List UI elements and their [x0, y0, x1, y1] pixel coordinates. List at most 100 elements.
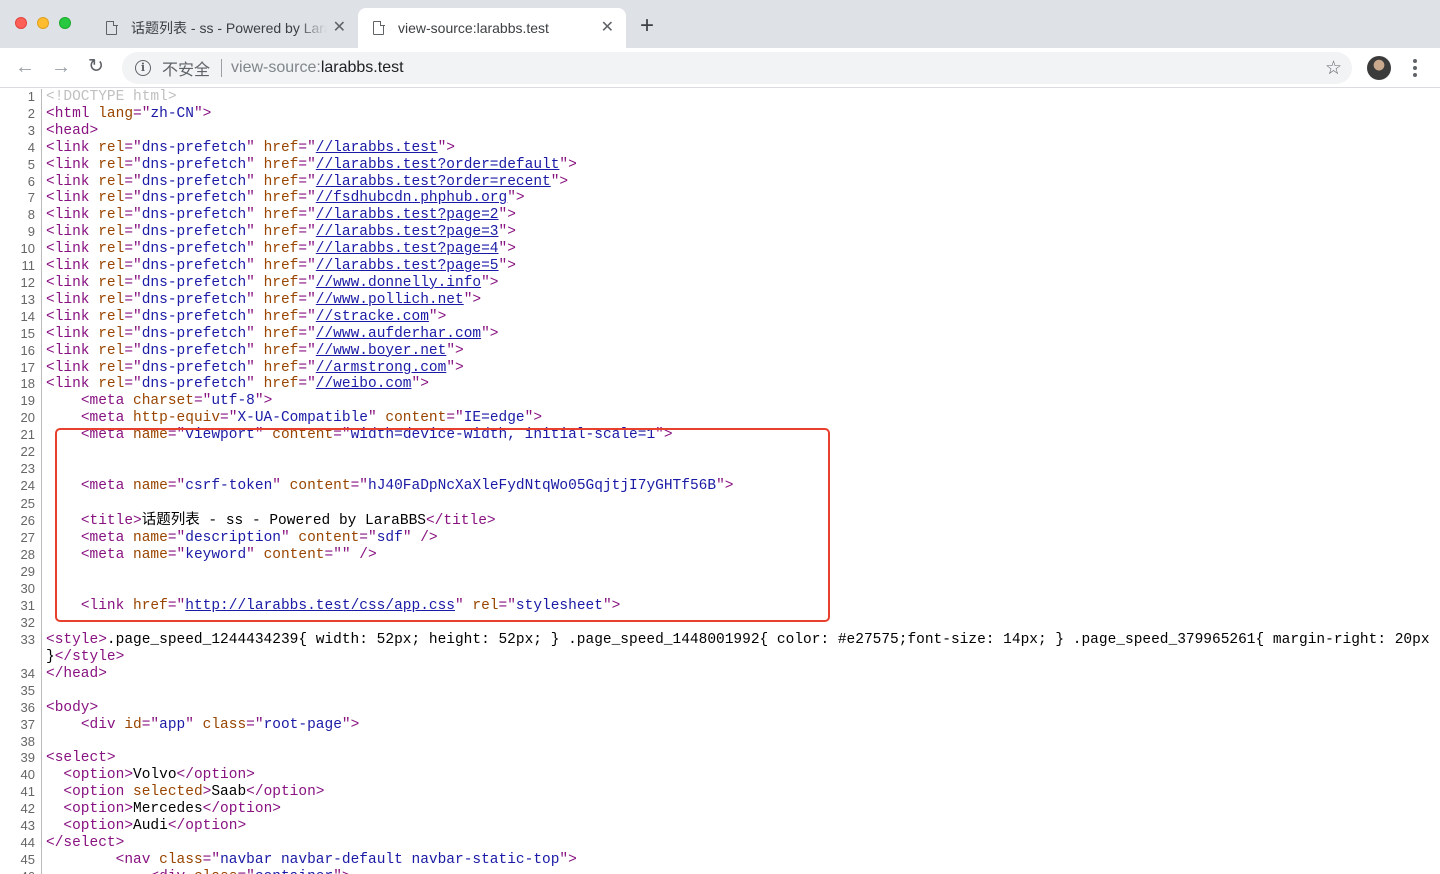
- line-code: </head>: [42, 666, 1434, 683]
- bookmark-star-icon[interactable]: ☆: [1325, 57, 1342, 80]
- code-token: =": [446, 410, 464, 427]
- code-token: <link: [46, 156, 99, 173]
- code-token: href: [263, 156, 299, 173]
- code-token: dns-prefetch: [141, 325, 247, 342]
- source-link[interactable]: //armstrong.com: [316, 360, 447, 376]
- code-token: rel: [98, 274, 125, 291]
- line-number: 31: [0, 598, 42, 616]
- window-zoom-button[interactable]: [59, 17, 71, 29]
- code-token: <head>: [46, 122, 99, 139]
- source-link[interactable]: //stracke.com: [316, 309, 429, 325]
- source-link[interactable]: //fsdhubcdn.phphub.org: [316, 190, 507, 206]
- code-token: <style>: [46, 632, 107, 649]
- tab-topic-list[interactable]: 话题列表 - ss - Powered by LaraBBS ✕: [88, 8, 358, 48]
- source-link[interactable]: //www.pollich.net: [316, 292, 464, 308]
- code-token: <link: [46, 376, 99, 393]
- page-icon: [373, 20, 385, 35]
- reload-icon[interactable]: ↻: [88, 56, 104, 78]
- source-link[interactable]: //larabbs.test?order=recent: [316, 174, 551, 190]
- source-link[interactable]: //www.boyer.net: [316, 343, 447, 359]
- code-token: ">: [498, 207, 516, 224]
- source-link[interactable]: //larabbs.test?page=2: [316, 207, 499, 223]
- line-code: <div class="container">: [42, 869, 1434, 874]
- source-link[interactable]: //www.donnelly.info: [316, 275, 481, 291]
- line-code: <option>Audi</option>: [42, 818, 1434, 835]
- line-number: 24: [0, 478, 42, 496]
- security-label[interactable]: 不安全: [162, 56, 210, 80]
- code-token: <nav: [115, 851, 160, 868]
- code-token: </option>: [246, 784, 325, 801]
- window-minimize-button[interactable]: [37, 17, 49, 29]
- code-token: =": [124, 274, 142, 291]
- line-code: <meta http-equiv="X-UA-Compatible" conte…: [42, 410, 1434, 427]
- code-token: ": [246, 376, 264, 393]
- code-token: ": [246, 224, 264, 241]
- code-token: charset: [133, 393, 194, 410]
- code-token: href: [263, 325, 299, 342]
- line-number: 21: [0, 427, 42, 445]
- source-link[interactable]: //www.aufderhar.com: [316, 326, 481, 342]
- line-number: 5: [0, 156, 42, 174]
- tab-view-source[interactable]: view-source:larabbs.test ✕: [358, 8, 626, 48]
- tab-title: 话题列表 - ss - Powered by LaraBBS: [131, 20, 327, 36]
- line-code: <body>: [42, 700, 1434, 717]
- source-link[interactable]: //larabbs.test?page=4: [316, 241, 499, 257]
- code-token: ">: [481, 325, 499, 342]
- code-token: ": [246, 241, 264, 258]
- profile-avatar[interactable]: [1367, 56, 1391, 80]
- code-token: <link: [46, 258, 99, 275]
- forward-arrow-icon[interactable]: →: [51, 56, 71, 78]
- code-token: <meta: [80, 410, 134, 427]
- line-number: 9: [0, 224, 42, 242]
- code-token: ">: [437, 139, 456, 156]
- code-token: <link: [46, 190, 99, 207]
- code-token: rel: [98, 342, 125, 359]
- source-link[interactable]: //weibo.com: [316, 376, 412, 392]
- line-number: 6: [0, 173, 42, 191]
- line-number: 46: [0, 868, 42, 874]
- window-close-button[interactable]: [15, 17, 27, 29]
- code-token: <div: [80, 716, 125, 733]
- info-icon[interactable]: i: [135, 60, 151, 76]
- close-icon[interactable]: ✕: [601, 19, 614, 37]
- source-link[interactable]: //larabbs.test?page=3: [316, 224, 499, 240]
- more-menu-icon[interactable]: [1411, 57, 1419, 79]
- line-number: 27: [0, 529, 42, 547]
- code-token: app: [159, 716, 186, 733]
- line-code: <link rel="dns-prefetch" href="//stracke…: [42, 309, 1434, 326]
- line-code: <link rel="dns-prefetch" href="//larabbs…: [42, 224, 1434, 241]
- source-line: 20 <meta http-equiv="X-UA-Compatible" co…: [0, 410, 1440, 428]
- new-tab-button[interactable]: +: [640, 14, 654, 38]
- code-token: dns-prefetch: [141, 308, 247, 325]
- code-token: </option>: [176, 767, 255, 784]
- code-token: href: [263, 241, 299, 258]
- code-token: <link: [46, 291, 99, 308]
- source-line: 5 <link rel="dns-prefetch" href="//larabb…: [0, 156, 1440, 174]
- code-token: <link: [46, 241, 99, 258]
- source-link[interactable]: //larabbs.test?page=5: [316, 258, 499, 274]
- line-number: 32: [0, 615, 42, 633]
- line-number: 18: [0, 376, 42, 394]
- address-bar[interactable]: i 不安全 view-source: larabbs.test ☆: [122, 52, 1352, 84]
- code-token: ": [246, 274, 264, 291]
- code-token: =": [124, 207, 142, 224]
- code-token: ">: [498, 241, 516, 258]
- code-token: <link: [46, 359, 99, 376]
- code-token: <div: [150, 869, 194, 874]
- source-link[interactable]: //larabbs.test: [316, 140, 438, 156]
- code-token: ">: [498, 258, 516, 275]
- source-line: 11 <link rel="dns-prefetch" href="//larab…: [0, 258, 1440, 275]
- code-token: href: [263, 376, 299, 393]
- source-line: 19 <meta charset="utf-8">: [0, 393, 1440, 411]
- source-line: 44 </select>: [0, 834, 1440, 852]
- code-token: href: [263, 359, 299, 376]
- source-link[interactable]: //larabbs.test?order=default: [316, 157, 560, 173]
- back-arrow-icon[interactable]: ←: [15, 56, 35, 78]
- close-icon[interactable]: ✕: [333, 19, 346, 37]
- code-token: =": [124, 342, 142, 359]
- line-number: 11: [0, 258, 42, 275]
- line-code: <meta charset="utf-8">: [42, 393, 1434, 410]
